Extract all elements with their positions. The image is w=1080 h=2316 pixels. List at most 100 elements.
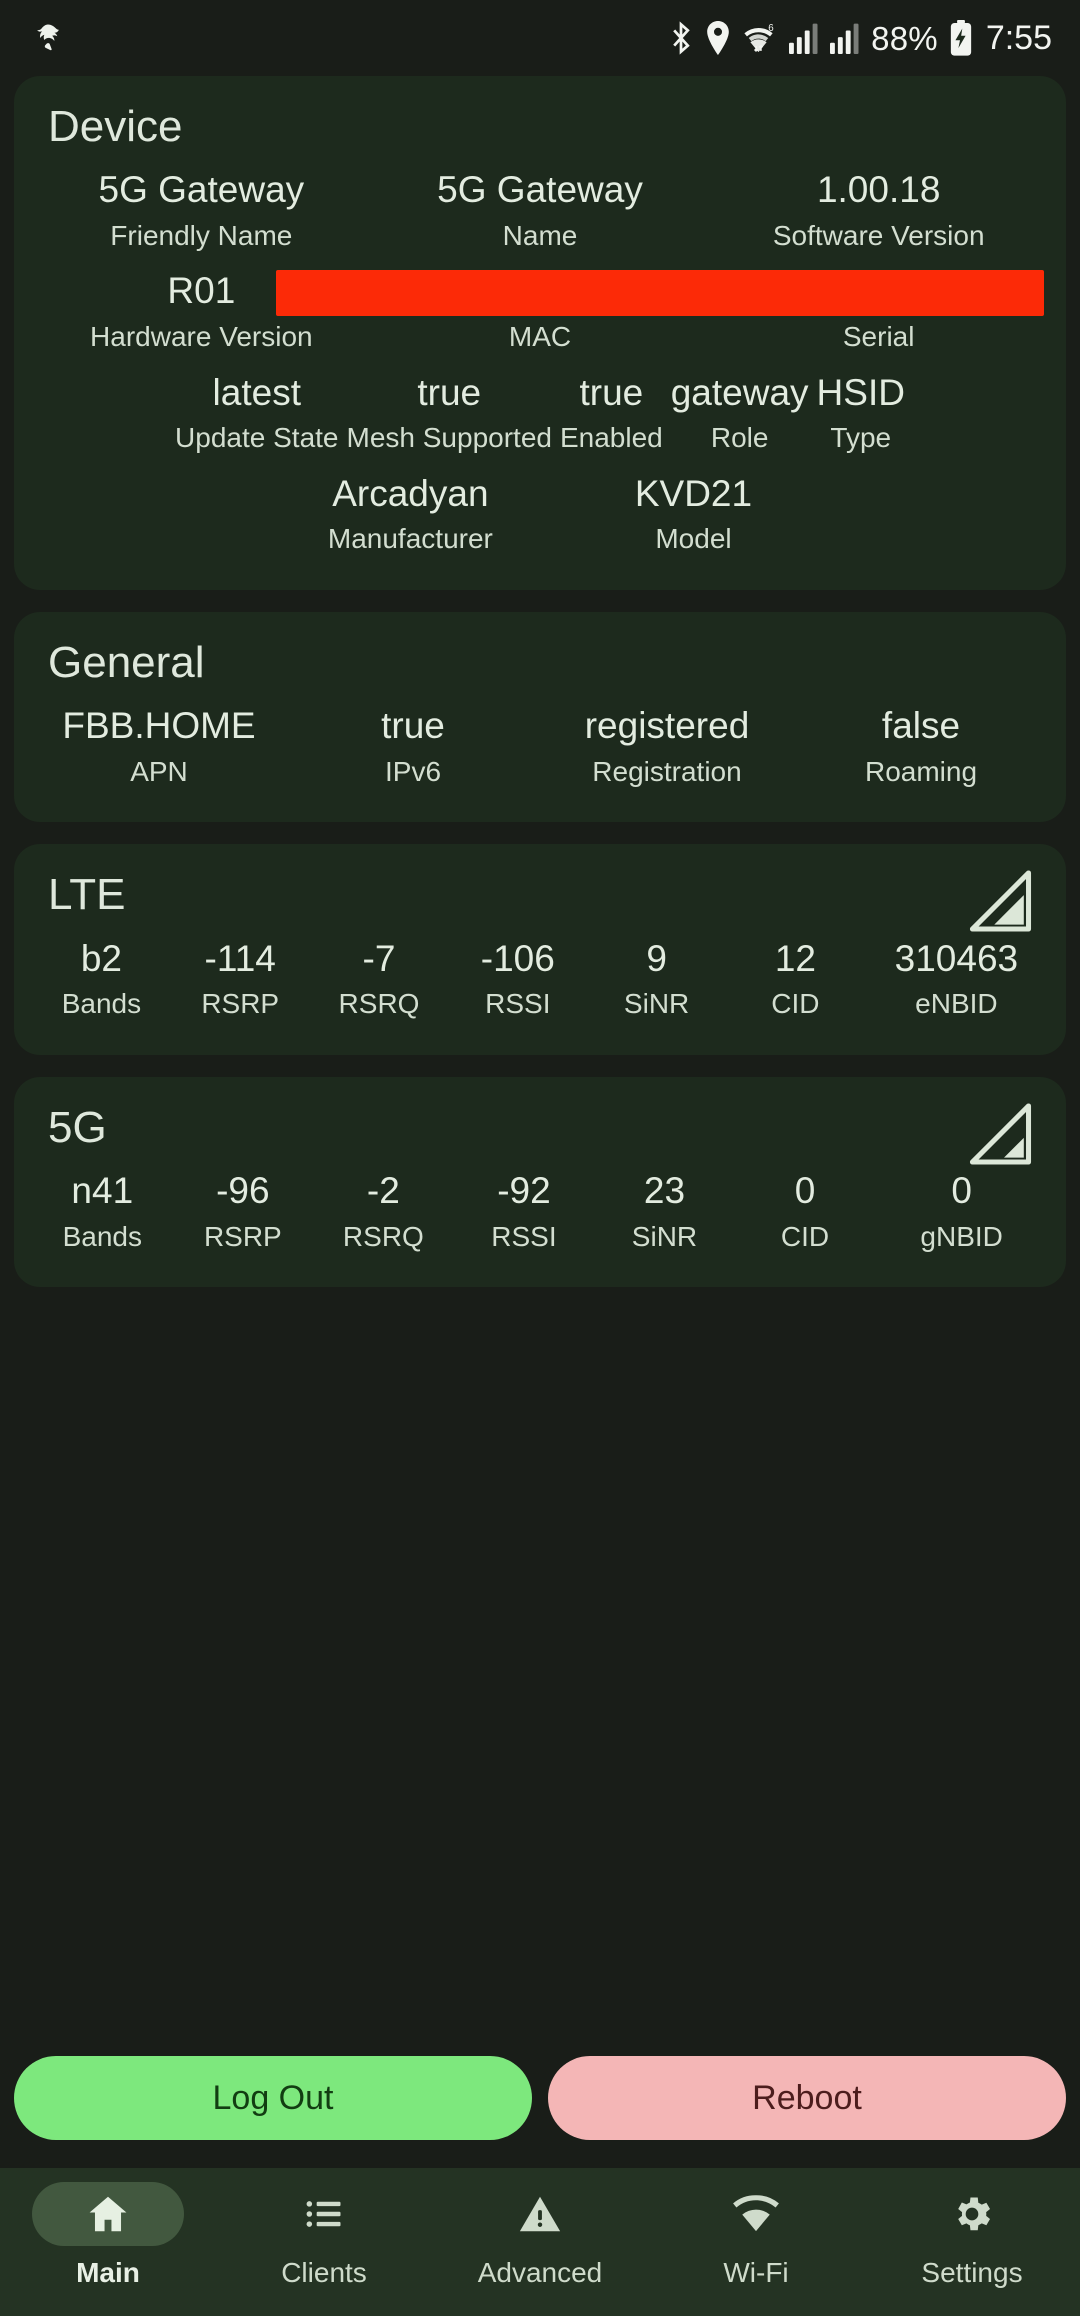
field-label: RSRP [203,1220,282,1252]
field-label: IPv6 [384,755,442,787]
lte-row: b2 Bands -114 RSRP -7 RSRQ -106 RSSI 9 S… [32,928,1048,1029]
lte-field-bands: b2 Bands [32,928,171,1029]
field-value: -114 [204,937,276,979]
field-value: true [417,371,482,413]
field-value: latest [212,371,301,413]
field-label: CID [780,1220,830,1252]
general-field-roaming: false Roaming [794,695,1048,796]
device-card-title: Device [48,102,183,151]
general-field-apn: FBB.HOME APN [32,695,286,796]
device-field-manufacturer: Arcadyan Manufacturer [322,463,499,564]
signal-strength-icon [969,1103,1032,1165]
general-card: General FBB.HOME APN true IPv6 registere… [14,612,1066,823]
field-value: gateway [670,371,809,413]
field-value: 23 [643,1170,686,1212]
field-label: Role [710,422,769,454]
device-row-vendor: Arcadyan Manufacturer KVD21 Model [32,463,1048,564]
general-row: FBB.HOME APN true IPv6 registered Regist… [32,695,1048,796]
nav-pill-clients [248,2182,400,2246]
field-label: Bands [61,988,142,1020]
field-label: SiNR [623,988,690,1020]
field-value: 0 [951,1170,972,1212]
field-value: registered [584,705,750,747]
field-label: eNBID [915,988,998,1020]
nav-item-settings[interactable]: Settings [864,2182,1080,2290]
field-label: gNBID [920,1220,1003,1252]
nav-pill-settings [896,2182,1048,2246]
device-field-role: gateway Role [667,362,813,463]
field-label: Roaming [864,755,978,787]
nav-pill-main [32,2182,184,2246]
field-value: 5G Gateway [98,169,305,211]
field-label: Software Version [772,219,985,251]
device-field-type: HSID Type [813,362,909,463]
field-label: Serial [842,320,915,352]
warning-triangle-icon [519,2196,561,2232]
field-label: RSRQ [338,988,420,1020]
field-label: Registration [592,755,742,787]
device-field-friendly-name: 5G Gateway Friendly Name [32,159,371,260]
field-label: RSRP [201,988,280,1020]
fiveg-card-title: 5G [48,1102,107,1152]
fiveg-field-rsrp: -96 RSRP [173,1160,314,1261]
lte-field-rsrq: -7 RSRQ [310,928,449,1029]
field-value: -106 [480,937,555,979]
device-card: Device 5G Gateway Friendly Name 5G Gatew… [14,76,1066,591]
signal-bars-icon-1 [789,23,818,54]
fiveg-field-cid: 0 CID [735,1160,876,1261]
field-value: 9 [646,937,667,979]
field-label: Mesh Supported [346,422,552,454]
logout-button[interactable]: Log Out [14,2056,532,2140]
fiveg-card: 5G n41 Bands -96 RSRP -2 RSRQ -92 RSSI 2… [14,1076,1066,1288]
device-field-enabled: true Enabled [556,362,667,463]
action-button-row: Log Out Reboot [0,2056,1080,2140]
field-value: n41 [71,1170,134,1212]
wifi-icon [733,2195,779,2232]
nav-pill-advanced [464,2182,616,2246]
lte-field-enbid: 310463 eNBID [865,928,1048,1029]
nav-item-main[interactable]: Main [0,2182,216,2290]
fiveg-field-bands: n41 Bands [32,1160,173,1261]
fiveg-field-rssi: -92 RSSI [454,1160,595,1261]
field-value: 310463 [894,937,1019,979]
field-label: RSSI [491,1220,557,1252]
field-label: Bands [62,1220,142,1252]
field-value: 0 [794,1170,816,1212]
device-field-software-version: 1.00.18 Software Version [709,159,1048,260]
nav-item-clients[interactable]: Clients [216,2182,432,2290]
field-value: false [881,705,961,747]
field-value: true [381,705,445,747]
general-card-title: General [48,638,205,688]
nav-pill-wifi [680,2182,832,2246]
device-row-hardware: R01 Hardware Version MAC Serial [32,260,1048,361]
device-field-mesh-supported: true Mesh Supported [343,362,556,463]
fiveg-row: n41 Bands -96 RSRP -2 RSRQ -92 RSSI 23 S… [32,1160,1048,1261]
field-label: MAC [508,320,572,352]
field-label: Type [830,422,892,454]
field-label: Hardware Version [90,320,313,352]
nav-label-settings: Settings [921,2257,1023,2288]
field-label: Enabled [559,422,663,454]
nav-item-wifi[interactable]: Wi-Fi [648,2182,864,2290]
nav-item-advanced[interactable]: Advanced [432,2182,648,2290]
field-value: true [579,371,644,413]
field-value: -96 [216,1170,270,1212]
field-value: HSID [816,371,905,413]
device-row-identity: 5G Gateway Friendly Name 5G Gateway Name… [32,159,1048,260]
wifi-icon: 6 [744,23,774,53]
lte-field-cid: 12 CID [726,928,865,1029]
lte-field-rsrp: -114 RSRP [171,928,310,1029]
nav-label-wifi: Wi-Fi [723,2257,789,2288]
bottom-navigation-bar: Main Clients Advanced Wi-Fi Settings [0,2168,1080,2316]
reboot-button[interactable]: Reboot [548,2056,1066,2140]
field-value: b2 [80,937,122,979]
gear-icon [958,2197,991,2231]
home-icon [89,2196,127,2232]
signal-bars-icon-2 [830,23,859,54]
signal-strength-icon [969,870,1032,933]
fiveg-field-sinr: 23 SiNR [594,1160,735,1261]
field-label: APN [130,755,188,787]
field-value: -2 [366,1170,400,1212]
battery-charging-icon [950,20,971,56]
